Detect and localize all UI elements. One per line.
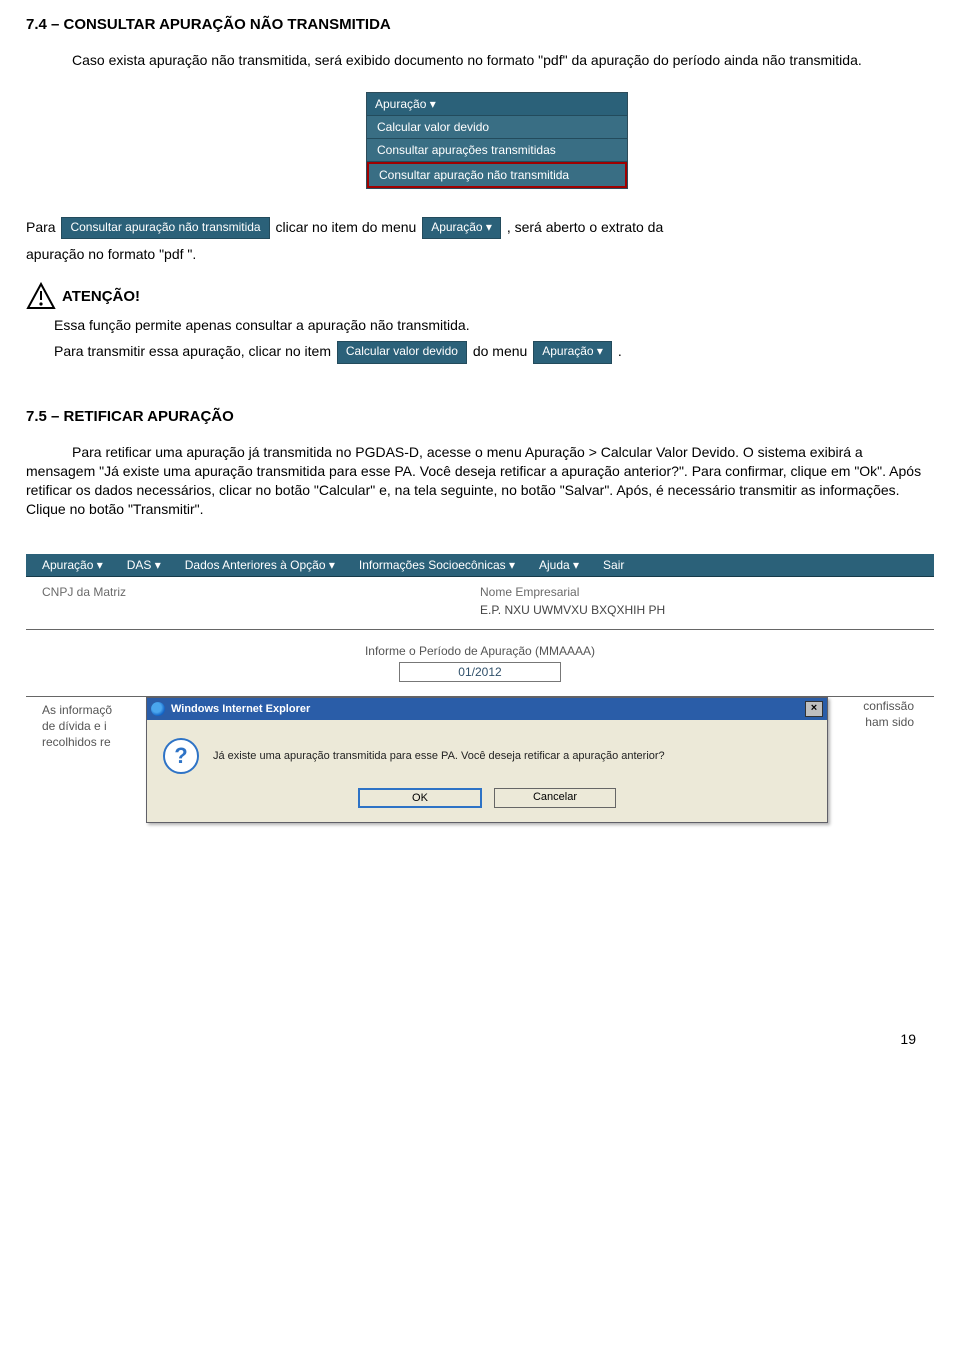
chip-calcular-valor[interactable]: Calcular valor devido xyxy=(337,341,467,364)
section-7-5-title: 7.5 – RETIFICAR APURAÇÃO xyxy=(26,408,934,425)
nav-anteriores[interactable]: Dados Anteriores à Opção ▾ xyxy=(185,558,335,572)
instruction-line-2: apuração no formato "pdf ". xyxy=(26,245,934,264)
warning-line-2: Para transmitir essa apuração, clicar no… xyxy=(54,341,934,364)
section-7-4-title: 7.4 – CONSULTAR APURAÇÃO NÃO TRANSMITIDA xyxy=(26,16,934,33)
chip-apuracao-menu-2[interactable]: Apuração ▾ xyxy=(533,341,612,364)
menu-item-consultar-transmitidas[interactable]: Consultar apurações transmitidas xyxy=(367,139,627,162)
instruction-line-1: Para Consultar apuração não transmitida … xyxy=(26,217,934,240)
confirm-dialog: Windows Internet Explorer × ? Já existe … xyxy=(146,697,828,823)
nav-apuracao[interactable]: Apuração ▾ xyxy=(42,558,103,572)
menu-item-calcular[interactable]: Calcular valor devido xyxy=(367,116,627,139)
text-period: . xyxy=(618,343,622,359)
question-icon: ? xyxy=(163,738,199,774)
warning-line-1: Essa função permite apenas consultar a a… xyxy=(54,316,934,335)
ie-icon xyxy=(151,702,165,716)
dialog-titlebar: Windows Internet Explorer × xyxy=(147,698,827,720)
cnpj-label: CNPJ da Matriz xyxy=(42,585,480,599)
cancel-button[interactable]: Cancelar xyxy=(494,788,616,808)
periodo-label: Informe o Período de Apuração (MMAAAA) xyxy=(42,638,918,658)
nav-ajuda[interactable]: Ajuda ▾ xyxy=(539,558,579,572)
cnpj-value xyxy=(42,599,480,627)
dialog-title: Windows Internet Explorer xyxy=(171,703,310,715)
text-para: Para xyxy=(26,219,56,235)
section-7-4-intro: Caso exista apuração não transmitida, se… xyxy=(26,51,934,70)
page-number: 19 xyxy=(26,941,934,1053)
nav-socio[interactable]: Informações Socioecônicas ▾ xyxy=(359,558,515,572)
close-icon[interactable]: × xyxy=(805,701,823,717)
nav-das[interactable]: DAS ▾ xyxy=(127,558,161,572)
apuracao-dropdown-sample: Apuração ▾ Calcular valor devido Consult… xyxy=(366,92,628,189)
section-7-5-body: Para retificar uma apuração já transmiti… xyxy=(26,443,934,519)
text-do-menu: do menu xyxy=(473,343,527,359)
chip-consultar-nao-transmitida[interactable]: Consultar apuração não transmitida xyxy=(61,217,269,240)
text-para-transmitir: Para transmitir essa apuração, clicar no… xyxy=(54,343,331,359)
dialog-message: Já existe uma apuração transmitida para … xyxy=(213,750,665,762)
warning-icon xyxy=(26,282,56,310)
atencao-label: ATENÇÃO! xyxy=(62,288,140,305)
app-navbar: Apuração ▾ DAS ▾ Dados Anteriores à Opçã… xyxy=(26,554,934,577)
background-text-right: confissão ham sido xyxy=(863,699,914,730)
nome-empresarial-label: Nome Empresarial xyxy=(480,585,918,599)
apuracao-menu-header[interactable]: Apuração ▾ xyxy=(367,93,627,116)
menu-item-consultar-nao-transmitida[interactable]: Consultar apuração não transmitida xyxy=(367,162,627,188)
text-sera: , será aberto o extrato da xyxy=(507,219,663,235)
chip-apuracao-menu[interactable]: Apuração ▾ xyxy=(422,217,501,240)
text-clicar: clicar no item do menu xyxy=(275,219,416,235)
nome-empresarial-value: E.P. NXU UWMVXU BXQXHIH PH xyxy=(480,599,918,627)
nav-sair[interactable]: Sair xyxy=(603,558,624,572)
periodo-input[interactable]: 01/2012 xyxy=(399,662,561,682)
ok-button[interactable]: OK xyxy=(358,788,482,808)
app-screenshot: Apuração ▾ DAS ▾ Dados Anteriores à Opçã… xyxy=(26,554,934,941)
